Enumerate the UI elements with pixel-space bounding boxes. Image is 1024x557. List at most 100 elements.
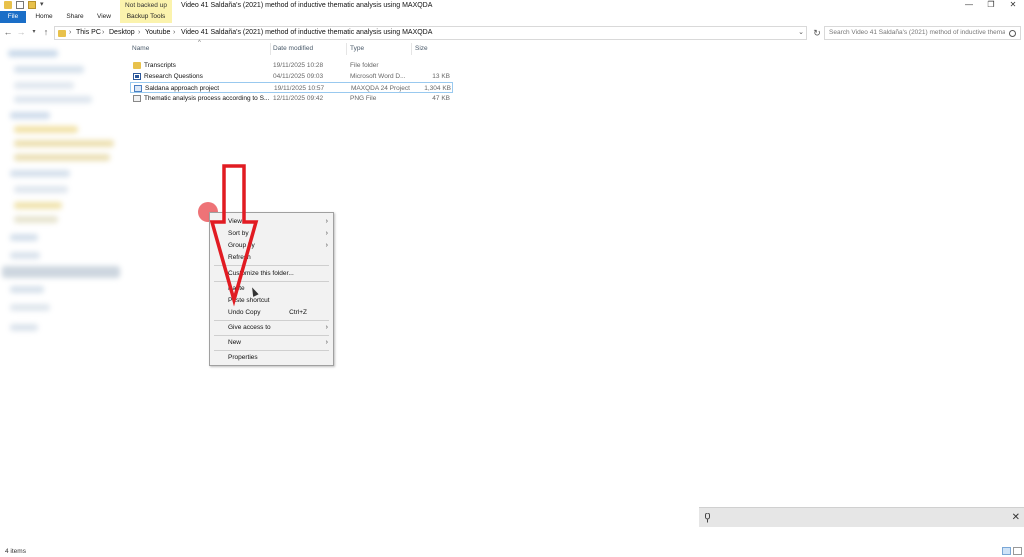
- column-header-size[interactable]: Size: [415, 43, 428, 55]
- tab-share[interactable]: Share: [62, 11, 88, 23]
- chevron-down-icon[interactable]: ⌄: [798, 27, 804, 39]
- recent-locations-button[interactable]: ▾: [28, 26, 40, 39]
- file-row[interactable]: Research Questions 04/11/2025 09:03 Micr…: [130, 71, 453, 82]
- tab-backup-tools[interactable]: Backup Tools: [120, 11, 172, 23]
- folder-icon[interactable]: [4, 1, 12, 9]
- navigation-pane[interactable]: [0, 42, 126, 377]
- search-input[interactable]: Search Video 41 Saldaña's (2021) method …: [824, 26, 1021, 40]
- new-folder-icon[interactable]: [28, 1, 36, 9]
- nav-pane-item[interactable]: [14, 186, 68, 193]
- nav-pane-item[interactable]: [14, 66, 84, 73]
- large-icons-view-icon[interactable]: [1013, 547, 1022, 555]
- column-divider[interactable]: [346, 43, 347, 55]
- sort-ascending-icon: ^: [198, 40, 201, 46]
- tab-file[interactable]: File: [0, 11, 26, 23]
- nav-pane-item[interactable]: [14, 82, 74, 89]
- chevron-right-icon[interactable]: ›: [173, 27, 175, 39]
- close-icon[interactable]: ✕: [1012, 510, 1020, 526]
- menu-item-customize-folder[interactable]: Customize this folder...: [210, 267, 333, 280]
- details-view-icon[interactable]: [1002, 547, 1011, 555]
- backup-status-tag: Not backed up: [120, 0, 172, 11]
- notification-bar: ✕: [699, 507, 1024, 527]
- up-button[interactable]: ↑: [40, 26, 52, 39]
- nav-pane-item[interactable]: [14, 154, 110, 161]
- menu-item-label: Properties: [228, 354, 258, 361]
- chevron-right-icon[interactable]: ›: [69, 27, 71, 39]
- menu-item-shortcut: Ctrl+Z: [289, 309, 307, 316]
- properties-icon[interactable]: [16, 1, 24, 9]
- menu-item-new[interactable]: New ›: [210, 336, 333, 349]
- nav-pane-item[interactable]: [10, 234, 38, 241]
- png-image-icon: [133, 95, 141, 102]
- search-placeholder: Search Video 41 Saldaña's (2021) method …: [829, 29, 1005, 36]
- nav-pane-item[interactable]: [14, 216, 58, 223]
- close-button[interactable]: ✕: [1004, 0, 1022, 11]
- nav-pane-item[interactable]: [10, 324, 38, 331]
- menu-item-give-access[interactable]: Give access to ›: [210, 321, 333, 334]
- menu-item-undo-copy[interactable]: Undo Copy Ctrl+Z: [210, 306, 333, 319]
- maxqda-project-icon: [134, 85, 142, 92]
- breadcrumb-this-pc[interactable]: This PC: [76, 27, 101, 39]
- microphone-icon[interactable]: [704, 513, 711, 523]
- file-row[interactable]: Saldana approach project 19/11/2025 10:5…: [130, 82, 453, 93]
- file-type: Microsoft Word D...: [350, 73, 406, 80]
- nav-pane-item[interactable]: [8, 50, 58, 57]
- tab-home[interactable]: Home: [30, 11, 58, 23]
- window-title: Video 41 Saldaña's (2021) method of indu…: [181, 2, 433, 9]
- file-name: Research Questions: [144, 73, 203, 80]
- tab-view[interactable]: View: [92, 11, 116, 23]
- column-header-name[interactable]: Name: [132, 43, 149, 55]
- customize-quick-access-icon[interactable]: ▾: [40, 1, 48, 9]
- breadcrumb-current-folder[interactable]: Video 41 Saldaña's (2021) method of indu…: [181, 27, 432, 39]
- minimize-button[interactable]: —: [960, 0, 978, 11]
- menu-item-label: Customize this folder...: [228, 270, 294, 277]
- restore-button[interactable]: ❐: [982, 0, 1000, 11]
- refresh-button[interactable]: ↻: [811, 26, 823, 40]
- nav-pane-item[interactable]: [10, 170, 70, 177]
- file-type: PNG File: [350, 95, 377, 102]
- nav-pane-item[interactable]: [2, 266, 120, 278]
- folder-icon: [58, 30, 66, 37]
- column-divider[interactable]: [270, 43, 271, 55]
- breadcrumb-desktop[interactable]: Desktop: [109, 27, 135, 39]
- nav-pane-item[interactable]: [10, 304, 50, 311]
- file-row[interactable]: Thematic analysis process according to S…: [130, 93, 453, 104]
- file-size: 47 KB: [432, 95, 450, 102]
- column-header-type[interactable]: Type: [350, 43, 364, 55]
- ribbon-tabs: File Home Share View Backup Tools: [0, 11, 1024, 23]
- menu-item-refresh[interactable]: Refresh: [210, 251, 333, 264]
- search-icon[interactable]: [1009, 30, 1016, 37]
- item-count: 4 items: [5, 548, 26, 555]
- file-type: File folder: [350, 62, 379, 69]
- nav-pane-item[interactable]: [14, 140, 114, 147]
- address-bar[interactable]: › This PC › Desktop › Youtube › Video 41…: [54, 26, 807, 40]
- back-button[interactable]: ←: [2, 26, 14, 39]
- file-row[interactable]: Transcripts 19/11/2025 10:28 File folder: [130, 60, 453, 71]
- nav-pane-item[interactable]: [14, 126, 78, 133]
- nav-pane-item[interactable]: [14, 202, 62, 209]
- file-date: 19/11/2025 10:28: [273, 62, 324, 69]
- nav-pane-item[interactable]: [10, 112, 50, 119]
- file-name: Transcripts: [144, 62, 176, 69]
- folder-icon: [133, 62, 141, 69]
- word-document-icon: [133, 73, 141, 80]
- column-divider[interactable]: [411, 43, 412, 55]
- menu-separator: [214, 265, 329, 266]
- nav-pane-item[interactable]: [10, 252, 40, 259]
- menu-item-label: Undo Copy: [228, 309, 261, 316]
- column-header-date[interactable]: Date modified: [273, 43, 313, 55]
- forward-button[interactable]: →: [15, 26, 27, 39]
- chevron-right-icon[interactable]: ›: [102, 27, 104, 39]
- chevron-right-icon[interactable]: ›: [138, 27, 140, 39]
- status-bar: 4 items: [0, 546, 1024, 557]
- breadcrumb-youtube[interactable]: Youtube: [145, 27, 170, 39]
- nav-pane-item[interactable]: [10, 286, 44, 293]
- file-date: 12/11/2025 09:42: [273, 95, 324, 102]
- nav-pane-item[interactable]: [14, 96, 92, 103]
- address-row: ← → ▾ ↑ › This PC › Desktop › Youtube › …: [0, 25, 1024, 41]
- context-menu: View › Sort by › Group by › Refresh Cust…: [209, 212, 334, 366]
- menu-item-properties[interactable]: Properties: [210, 351, 333, 364]
- menu-item-label: Refresh: [228, 254, 251, 261]
- file-date: 04/11/2025 09:03: [273, 73, 324, 80]
- menu-item-label: New: [228, 339, 242, 346]
